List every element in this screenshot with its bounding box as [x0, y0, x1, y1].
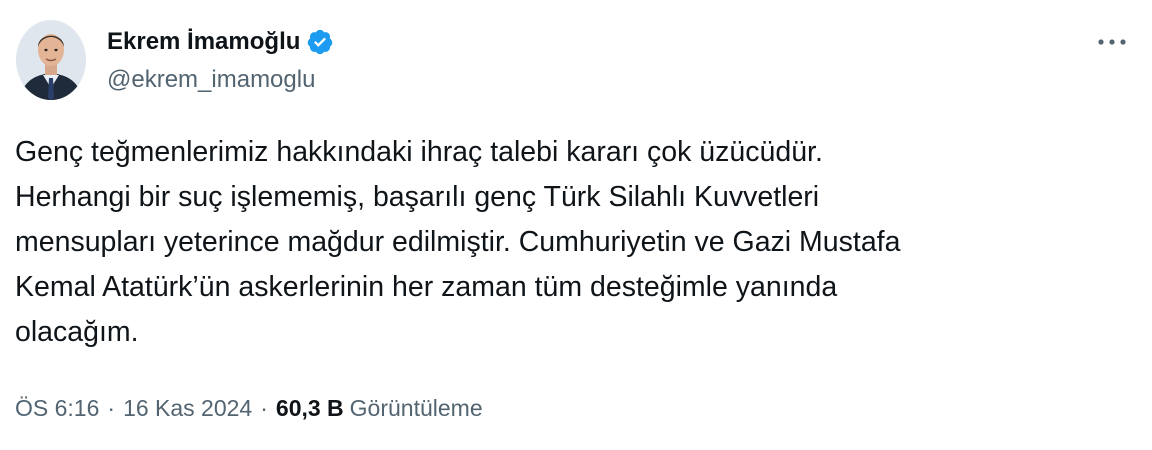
tweet-text: Genç teğmenlerimiz hakkındaki ihraç tale…	[15, 136, 901, 348]
author-display-name[interactable]: Ekrem İmamoğlu	[107, 28, 300, 56]
views-count[interactable]: 60,3 B	[276, 395, 344, 422]
tweet-card: Ekrem İmamoğlu @ekrem_imamoglu Genç teğm…	[0, 0, 1152, 450]
meta-separator: ·	[107, 395, 116, 421]
more-options-icon[interactable]	[1092, 26, 1132, 58]
author-handle[interactable]: @ekrem_imamoglu	[107, 66, 315, 94]
tweet-date[interactable]: 16 Kas 2024	[123, 395, 252, 422]
author-name-row: Ekrem İmamoğlu	[107, 26, 334, 58]
meta-separator: ·	[260, 395, 268, 421]
verified-badge-icon[interactable]	[306, 28, 334, 56]
views-label: Görüntüleme	[349, 395, 483, 421]
avatar[interactable]	[16, 20, 86, 100]
tweet-time[interactable]: ÖS 6:16	[15, 395, 99, 422]
tweet-meta: ÖS 6:16 · 16 Kas 2024 · 60,3 B Görüntüle…	[15, 395, 483, 422]
avatar-image	[16, 20, 86, 100]
